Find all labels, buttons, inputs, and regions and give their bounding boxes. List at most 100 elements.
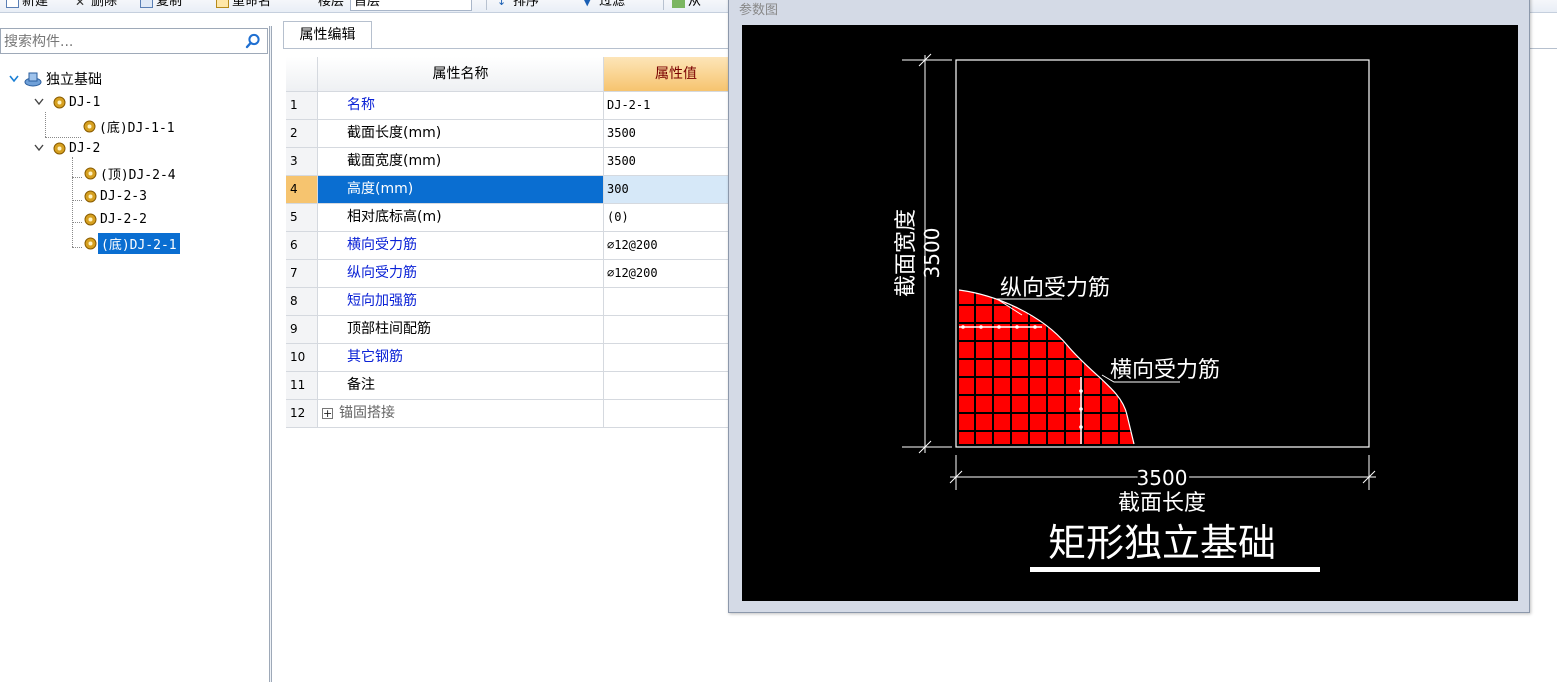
caption-underline — [1030, 567, 1320, 572]
table-row[interactable]: 1 名称 DJ-2-1 — [286, 92, 746, 120]
row-number: 11 — [286, 372, 318, 400]
sort-button[interactable]: ↓ 排序 — [497, 0, 539, 10]
component-gear-icon — [82, 167, 98, 179]
tree-node-dj-1[interactable]: DJ-1 — [33, 91, 102, 113]
tree-node-dj-2-2[interactable]: DJ-2-2 — [82, 208, 149, 230]
table-row[interactable]: 8 短向加强筋 — [286, 288, 746, 316]
property-name: 名称 — [318, 92, 604, 120]
component-gear-icon — [82, 190, 98, 202]
floor-label: 楼层 — [318, 0, 345, 9]
property-name: 锚固搭接 — [339, 405, 395, 421]
rename-icon — [216, 0, 229, 8]
property-name: 其它钢筋 — [318, 344, 604, 372]
width-label: 截面宽度 — [894, 209, 919, 297]
floor-select[interactable]: 首层 — [350, 0, 472, 11]
tree-node-dj-2-3[interactable]: DJ-2-3 — [82, 185, 149, 207]
property-value[interactable]: (0) — [604, 204, 746, 232]
header-corner — [286, 57, 318, 92]
foundation-category-icon — [22, 70, 44, 88]
property-name: 备注 — [318, 372, 604, 400]
tree-connector — [72, 222, 82, 223]
longitudinal-rebar-label: 纵向受力筋 — [1000, 276, 1110, 301]
row-number: 10 — [286, 344, 318, 372]
length-label: 截面长度 — [1118, 491, 1206, 516]
row-number: 5 — [286, 204, 318, 232]
search-button[interactable] — [239, 29, 267, 53]
tree-node-dj-2[interactable]: DJ-2 — [33, 137, 102, 159]
tree-node-dj-2-4[interactable]: (顶)DJ-2-4 — [82, 162, 178, 184]
property-value[interactable] — [604, 372, 746, 400]
property-value[interactable] — [604, 316, 746, 344]
property-name: 高度(mm) — [318, 176, 604, 204]
table-row[interactable]: 3 截面宽度(mm) 3500 — [286, 148, 746, 176]
property-value[interactable] — [604, 288, 746, 316]
component-tree-panel: 独立基础 DJ-1 (底)DJ-1-1 DJ-2 (顶)DJ-2-4 — [0, 26, 272, 682]
property-value[interactable] — [604, 344, 746, 372]
component-gear-icon — [82, 237, 98, 249]
header-value[interactable]: 属性值 — [604, 57, 746, 92]
parameter-diagram-dialog: 参数图 截面宽度 3500 纵向受力筋 横向受力筋 3500 截面长度 矩形独立… — [728, 0, 1530, 613]
property-name: 横向受力筋 — [318, 232, 604, 260]
table-row[interactable]: 12 + 锚固搭接 — [286, 400, 746, 428]
search-input[interactable] — [4, 32, 234, 51]
toolbar-separator — [663, 0, 664, 10]
delete-button[interactable]: ✕ 删除 — [75, 0, 117, 10]
property-value[interactable]: 3500 — [604, 120, 746, 148]
panel-splitter[interactable] — [269, 26, 272, 682]
row-number: 6 — [286, 232, 318, 260]
diagram-canvas: 截面宽度 3500 纵向受力筋 横向受力筋 3500 截面长度 矩形独立基础 — [742, 25, 1518, 601]
property-value[interactable]: ⌀12@200 — [604, 260, 746, 288]
table-row[interactable]: 11 备注 — [286, 372, 746, 400]
filter-button[interactable]: ▼ 过滤 — [583, 0, 625, 10]
table-row[interactable]: 7 纵向受力筋 ⌀12@200 — [286, 260, 746, 288]
diagram-caption: 矩形独立基础 — [1048, 521, 1276, 565]
copy-icon — [140, 0, 153, 8]
tab-property-edit[interactable]: 属性编辑 — [283, 21, 372, 49]
chevron-down-icon[interactable] — [33, 142, 45, 154]
chevron-down-icon[interactable] — [33, 96, 45, 108]
property-value[interactable]: DJ-2-1 — [604, 92, 746, 120]
tree-connector — [72, 247, 82, 248]
table-row[interactable]: 4 高度(mm) 300 — [286, 176, 746, 204]
tree-connector — [72, 157, 73, 247]
table-row[interactable]: 2 截面长度(mm) 3500 — [286, 120, 746, 148]
property-value[interactable]: ⌀12@200 — [604, 232, 746, 260]
width-value: 3500 — [920, 228, 944, 279]
component-gear-icon — [51, 142, 67, 154]
filter-icon: ▼ — [583, 0, 592, 8]
property-value[interactable]: 3500 — [604, 148, 746, 176]
row-number: 7 — [286, 260, 318, 288]
table-row[interactable]: 5 相对底标高(m) (0) — [286, 204, 746, 232]
tree-connector — [45, 112, 46, 137]
tree-node-dj-2-1[interactable]: (底)DJ-2-1 — [82, 232, 180, 254]
row-number: 12 — [286, 400, 318, 428]
row-number: 3 — [286, 148, 318, 176]
table-row[interactable]: 10 其它钢筋 — [286, 344, 746, 372]
sort-icon: ↓ — [497, 0, 507, 8]
property-name: 顶部柱间配筋 — [318, 316, 604, 344]
component-gear-icon — [82, 213, 98, 225]
expand-plus-icon[interactable]: + — [322, 407, 333, 419]
row-number: 8 — [286, 288, 318, 316]
rename-button[interactable]: 重命名 — [216, 0, 271, 10]
table-row[interactable]: 6 横向受力筋 ⌀12@200 — [286, 232, 746, 260]
tree-connector — [72, 200, 82, 201]
copy-button[interactable]: 复制 — [140, 0, 182, 10]
property-name: 纵向受力筋 — [318, 260, 604, 288]
tree-root[interactable]: 独立基础 — [8, 68, 104, 90]
property-value[interactable]: 300 — [604, 176, 746, 204]
row-number: 4 — [286, 176, 318, 204]
transverse-rebar-label: 横向受力筋 — [1110, 358, 1220, 383]
from-button[interactable]: 从 — [672, 0, 701, 10]
header-name[interactable]: 属性名称 — [318, 57, 604, 92]
component-gear-icon — [81, 120, 97, 132]
length-value: 3500 — [1137, 466, 1188, 490]
from-icon — [672, 0, 685, 8]
tree-node-dj-1-1[interactable]: (底)DJ-1-1 — [81, 115, 177, 137]
new-button[interactable]: 新建 — [6, 0, 48, 10]
table-row[interactable]: 9 顶部柱间配筋 — [286, 316, 746, 344]
chevron-down-icon[interactable] — [8, 73, 20, 85]
new-doc-icon — [6, 0, 19, 8]
property-name: 相对底标高(m) — [318, 204, 604, 232]
property-value[interactable] — [604, 400, 746, 428]
